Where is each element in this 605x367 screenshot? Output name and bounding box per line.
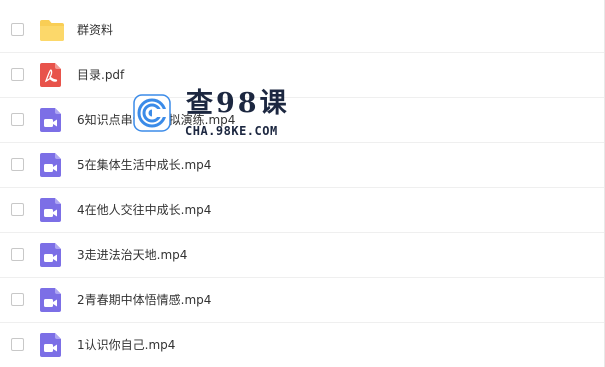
file-row[interactable]: 群资料: [0, 8, 604, 53]
file-name[interactable]: 2青春期中体悟情感.mp4: [77, 292, 211, 308]
pdf-file-icon: [39, 62, 63, 88]
file-row[interactable]: 5在集体生活中成长.mp4: [0, 143, 604, 188]
file-name[interactable]: 1认识你自己.mp4: [77, 337, 175, 353]
file-name[interactable]: 目录.pdf: [77, 67, 124, 83]
file-name[interactable]: 3走进法治天地.mp4: [77, 247, 187, 263]
file-row[interactable]: 6知识点串讲综合拟演练.mp4: [0, 98, 604, 143]
file-name[interactable]: 群资料: [77, 22, 113, 38]
video-file-icon: [39, 332, 63, 358]
video-file-icon: [39, 197, 63, 223]
file-name[interactable]: 6知识点串讲综合拟演练.mp4: [77, 112, 235, 128]
video-file-icon: [39, 242, 63, 268]
file-row[interactable]: 4在他人交往中成长.mp4: [0, 188, 604, 233]
video-file-icon: [39, 287, 63, 313]
row-checkbox[interactable]: [11, 113, 24, 126]
file-row[interactable]: 3走进法治天地.mp4: [0, 233, 604, 278]
row-checkbox[interactable]: [11, 68, 24, 81]
file-row[interactable]: 目录.pdf: [0, 53, 604, 98]
file-row[interactable]: 2青春期中体悟情感.mp4: [0, 278, 604, 323]
video-file-icon: [39, 107, 63, 133]
row-checkbox[interactable]: [11, 203, 24, 216]
row-checkbox[interactable]: [11, 293, 24, 306]
row-checkbox[interactable]: [11, 248, 24, 261]
folder-icon: [39, 17, 64, 43]
row-checkbox[interactable]: [11, 23, 24, 36]
file-name[interactable]: 5在集体生活中成长.mp4: [77, 157, 211, 173]
file-row[interactable]: 1认识你自己.mp4: [0, 323, 604, 367]
file-name[interactable]: 4在他人交往中成长.mp4: [77, 202, 211, 218]
file-list: 群资料 目录.pdf 6知识点串讲综合拟演练.mp4 5在集体生活中成长.mp4…: [0, 0, 605, 367]
row-checkbox[interactable]: [11, 158, 24, 171]
row-checkbox[interactable]: [11, 338, 24, 351]
video-file-icon: [39, 152, 63, 178]
